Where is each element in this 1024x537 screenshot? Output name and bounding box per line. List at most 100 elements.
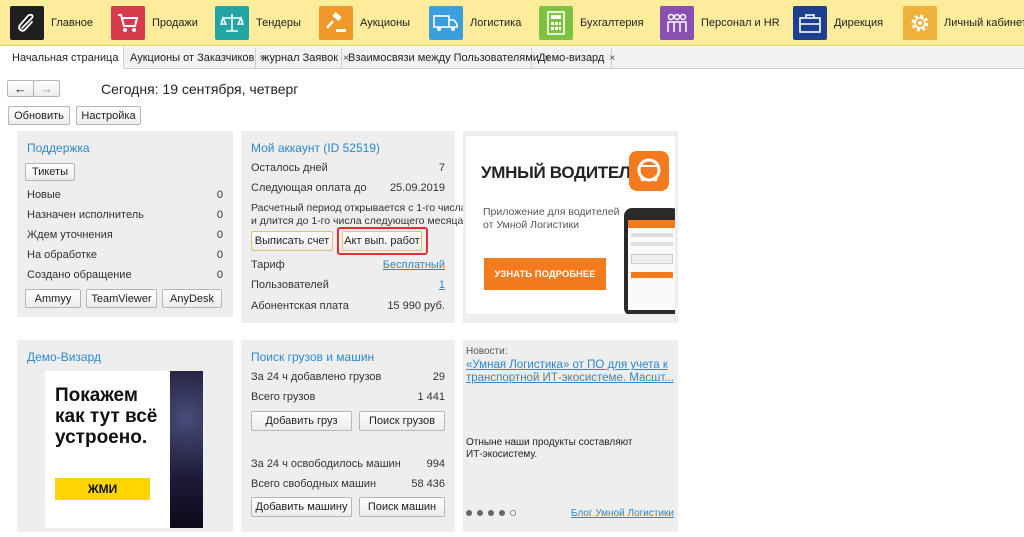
phone-screen	[628, 220, 675, 310]
paperclip-icon	[10, 6, 44, 40]
demo-title: Демо-Визард	[27, 350, 102, 364]
tariff-row: Тариф Бесплатный	[251, 259, 445, 271]
tab-bar: Начальная страница Аукционы от Заказчико…	[0, 47, 1024, 69]
promo-banner[interactable]: УМНЫЙ ВОДИТЕЛЬ Приложение для водителей о…	[466, 136, 675, 314]
nav-label: Личный кабинет	[944, 17, 1024, 29]
nav-label: Бухгалтерия	[580, 17, 644, 29]
close-icon[interactable]: ×	[609, 53, 615, 64]
nav-hr[interactable]: Персонал и HR	[660, 4, 780, 42]
support-row: Создано обращение 0	[27, 269, 223, 281]
tab-label: Взаимосвязи между Пользователями	[348, 52, 539, 64]
support-row: Новые 0	[27, 189, 223, 201]
add-cargo-button[interactable]: Добавить груз	[251, 411, 352, 431]
tab-label: Начальная страница	[12, 52, 119, 64]
promo-cta-button[interactable]: УЗНАТЬ ПОДРОБНЕЕ	[484, 258, 606, 290]
pager-dot[interactable]	[499, 510, 505, 516]
tickets-button[interactable]: Тикеты	[25, 163, 75, 181]
tab-auctions[interactable]: Аукционы от Заказчиков ×	[124, 47, 265, 69]
nav-main[interactable]: Главное	[10, 4, 93, 42]
demo-banner[interactable]: Покажем как тут всё устроено. ЖМИ	[45, 371, 170, 528]
blog-link[interactable]: Блог Умной Логистики	[571, 508, 674, 519]
tab-label: журнал Заявок	[262, 52, 339, 64]
teamviewer-button[interactable]: TeamViewer	[86, 289, 157, 308]
invoice-button[interactable]: Выписать счет	[251, 231, 333, 251]
fee-row: Абонентская плата 15 990 руб.	[251, 300, 445, 312]
nav-label: Аукционы	[360, 17, 411, 29]
pager-dot[interactable]	[488, 510, 494, 516]
tariff-link[interactable]: Бесплатный	[383, 259, 445, 271]
search-car-button[interactable]: Поиск машин	[359, 497, 445, 517]
tab-relations[interactable]: Взаимосвязи между Пользователями ×	[342, 47, 550, 69]
nav-label: Продажи	[152, 17, 198, 29]
page-title: Сегодня: 19 сентября, четверг	[101, 81, 299, 97]
nav-tenders[interactable]: Тендеры	[215, 4, 301, 42]
cargo-panel: Поиск грузов и машин За 24 ч добавлено г…	[241, 340, 455, 532]
briefcase-icon	[793, 6, 827, 40]
cargo-title: Поиск грузов и машин	[251, 350, 375, 364]
anydesk-button[interactable]: AnyDesk	[162, 289, 222, 308]
tab-label: Демо-визард	[538, 52, 605, 64]
search-cargo-button[interactable]: Поиск грузов	[359, 411, 445, 431]
support-row: Ждем уточнения 0	[27, 229, 223, 241]
pager-dot[interactable]	[477, 510, 483, 516]
next-payment-row: Следующая оплата до 25.09.2019	[251, 182, 445, 194]
pager-dot[interactable]	[510, 510, 516, 516]
promo-panel[interactable]: УМНЫЙ ВОДИТЕЛЬ Приложение для водителей о…	[463, 131, 678, 323]
news-panel: Новости: «Умная Логистика» от ПО для уче…	[463, 340, 678, 532]
news-body: Отныне наши продукты составляют ИТ-экосис…	[466, 437, 633, 460]
cargo-total-row: Всего грузов 1 441	[251, 391, 445, 403]
nav-accounting[interactable]: Бухгалтерия	[539, 4, 644, 42]
news-label: Новости:	[466, 346, 508, 357]
demo-panel: Демо-Визард Покажем как тут всё устроено. …	[17, 340, 233, 532]
nav-label: Логистика	[470, 17, 522, 29]
tab-requests[interactable]: журнал Заявок ×	[256, 47, 349, 69]
galaxy-image	[170, 371, 203, 528]
cars-freed-row: За 24 ч освободилось машин 994	[251, 458, 445, 470]
nav-logistics[interactable]: Логистика	[429, 4, 521, 42]
promo-subtitle: Приложение для водителей от Умной Логисти…	[483, 206, 620, 231]
refresh-button[interactable]: Обновить	[8, 106, 70, 125]
forward-button[interactable]: →	[33, 80, 60, 97]
nav-label: Тендеры	[256, 17, 301, 29]
scales-icon	[215, 6, 249, 40]
pager-dot[interactable]	[466, 510, 472, 516]
cargo-added-row: За 24 ч добавлено грузов 29	[251, 371, 445, 383]
support-row: На обработке 0	[27, 249, 223, 261]
gear-icon	[903, 6, 937, 40]
days-left-row: Осталось дней 7	[251, 162, 445, 174]
back-button[interactable]: ←	[7, 80, 34, 97]
nav-sales[interactable]: Продажи	[111, 4, 198, 42]
promo-title: УМНЫЙ ВОДИТЕЛЬ	[481, 163, 643, 182]
nav-management[interactable]: Дирекция	[793, 4, 883, 42]
support-row: Назначен исполнитель 0	[27, 209, 223, 221]
gavel-icon	[319, 6, 353, 40]
calculator-icon	[539, 6, 573, 40]
billing-note: Расчетный период открывается с 1-го числ…	[251, 202, 467, 227]
nav-auctions[interactable]: Аукционы	[319, 4, 410, 42]
tab-home[interactable]: Начальная страница	[0, 47, 124, 69]
news-pager[interactable]	[466, 510, 526, 518]
add-car-button[interactable]: Добавить машину	[251, 497, 352, 517]
phone-mockup	[624, 208, 675, 314]
app-logo-icon	[629, 151, 669, 191]
ammyy-button[interactable]: Ammyy	[25, 289, 81, 308]
settings-button[interactable]: Настройка	[76, 106, 141, 125]
tab-label: Аукционы от Заказчиков	[130, 52, 255, 64]
top-navigation: Главное Продажи Тендеры Аукционы Логисти…	[0, 0, 1024, 46]
nav-label: Дирекция	[834, 17, 884, 29]
support-panel: Поддержка Тикеты Новые 0 Назначен исполни…	[17, 131, 233, 317]
people-icon	[660, 6, 694, 40]
act-button[interactable]: Акт вып. работ	[342, 231, 422, 251]
demo-cta-button[interactable]: ЖМИ	[55, 478, 150, 500]
demo-headline: Покажем как тут всё устроено.	[55, 385, 158, 448]
nav-label: Персонал и HR	[701, 17, 780, 29]
news-headline-link[interactable]: «Умная Логистика» от ПО для учета к транс…	[466, 359, 674, 385]
shopping-cart-icon	[111, 6, 145, 40]
account-panel: Мой аккаунт (ID 52519) Осталось дней 7 Сл…	[241, 131, 467, 323]
nav-personal-cabinet[interactable]: Личный кабинет	[903, 4, 1024, 42]
support-title: Поддержка	[27, 141, 90, 155]
users-link[interactable]: 1	[439, 279, 445, 291]
users-row: Пользователей 1	[251, 279, 445, 291]
account-title: Мой аккаунт (ID 52519)	[251, 141, 380, 155]
tab-demo-wizard[interactable]: Демо-визард ×	[532, 47, 615, 69]
